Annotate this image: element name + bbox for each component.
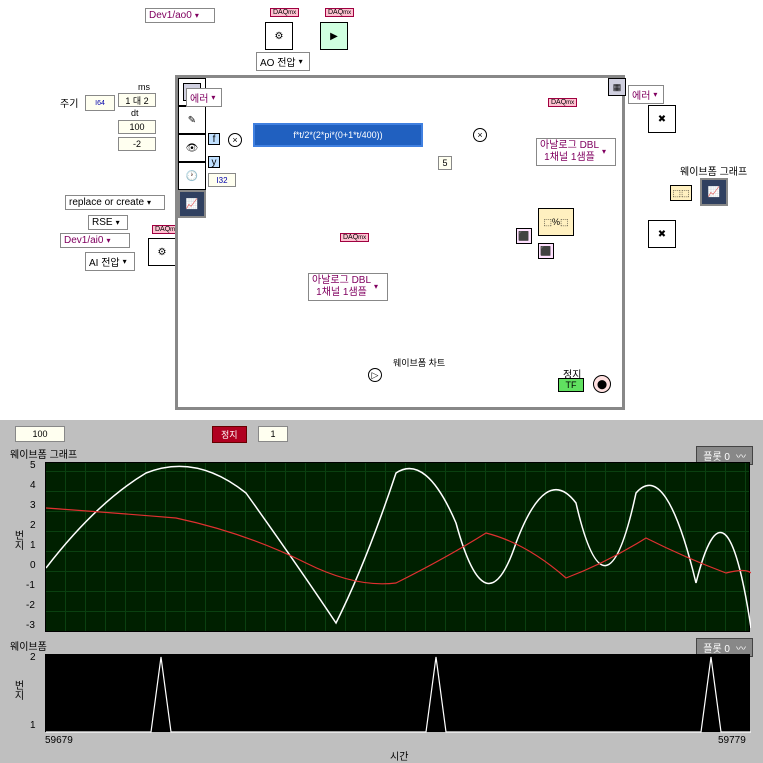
x-axis-label: 시간: [390, 748, 408, 763]
const-5: 5: [438, 156, 452, 170]
g1-ytick-5: 5: [30, 460, 36, 471]
dt-label: dt: [131, 108, 139, 118]
waveform-chart-label: 웨이브폼 차트: [393, 356, 445, 369]
g1-ytick-n2: -2: [26, 600, 35, 611]
g1-ylabel: 번지: [10, 530, 25, 550]
cycle-value-field[interactable]: 1: [258, 426, 288, 442]
c-input[interactable]: -2: [118, 137, 156, 151]
ai-voltage-label: AI 전압: [89, 254, 120, 269]
sequence-structure-icon[interactable]: ▦: [608, 78, 626, 96]
ao-channel-select[interactable]: Dev1/ao0: [145, 8, 215, 23]
daq-start-ao[interactable]: DAQmx: [325, 8, 354, 17]
dt-input[interactable]: 100: [118, 120, 156, 134]
error-out-label: 에러: [632, 87, 650, 102]
build-waveform-node[interactable]: ⬚%⬚: [538, 208, 574, 236]
f-terminal: f: [208, 133, 220, 145]
waveform-chart-indicator[interactable]: 📈: [178, 190, 206, 218]
while-loop-structure[interactable]: i 에러 f y × f*t/2*(2*pi*(0+1*t/400)) I32 …: [175, 75, 625, 410]
g2-ytick-2: 2: [30, 652, 36, 663]
stop-button[interactable]: 정지: [212, 426, 247, 443]
daq-start-ao-icon[interactable]: ▶: [320, 22, 348, 50]
waveform-graph-label: 웨이브폼 그래프: [680, 163, 747, 178]
daq-clear-1-icon[interactable]: ✖: [648, 105, 676, 133]
front-panel: 100 정지 1 웨이브폼 그래프 플롯 0 〰 5 4 3 2 1 0 -1 -…: [0, 420, 763, 763]
y-value-field[interactable]: 100: [15, 426, 65, 442]
y-terminal: y: [208, 156, 220, 168]
build-array-node[interactable]: ⬚⬚: [670, 185, 692, 201]
cycle-control[interactable]: I64: [85, 95, 115, 111]
g2-ylabel: 번지: [10, 680, 25, 700]
ai-voltage-select[interactable]: AI 전압: [85, 252, 135, 271]
plot-sample-icon-2: 〰: [736, 640, 746, 655]
ms-input[interactable]: 1 대 2: [118, 93, 156, 107]
ao-channel-label: Dev1/ao0: [149, 10, 192, 21]
plot0-label-2: 플롯 0: [703, 640, 730, 655]
g1-ytick-1: 1: [30, 540, 36, 551]
g1-ytick-n3: -3: [26, 620, 35, 631]
plot-sample-icon: 〰: [736, 448, 746, 463]
daq-write-ao[interactable]: DAQmx: [548, 98, 577, 107]
daq-create-ai-icon[interactable]: ⚙: [148, 238, 176, 266]
error-in-label: 에러: [190, 90, 208, 105]
analog-dbl-read[interactable]: 아날로그 DBL 1채널 1샘플: [308, 273, 388, 301]
plot0-label-1: 플롯 0: [703, 448, 730, 463]
block-diagram-panel: Dev1/ao0 DAQmx ⚙ AO 전압 DAQmx ▶ 주기 I64 ms…: [0, 0, 763, 420]
replace-create-label: replace or create: [69, 197, 144, 208]
x-max-label: 59779: [718, 735, 746, 746]
rse-label: RSE: [92, 217, 113, 228]
error-in[interactable]: 에러: [186, 88, 222, 107]
ao-voltage-label: AO 전압: [260, 54, 296, 69]
multiply-node-2[interactable]: ×: [473, 128, 487, 142]
daq-read-ai[interactable]: DAQmx: [340, 233, 369, 242]
graph1-title: 웨이브폼 그래프: [10, 446, 77, 461]
analog-dbl1-label: 아날로그 DBL 1채널 1샘플: [540, 140, 599, 164]
g1-ytick-3: 3: [30, 500, 36, 511]
daq-create-task-icon[interactable]: ⚙: [265, 22, 293, 50]
stop-button-terminal[interactable]: TF: [558, 378, 584, 392]
daq-read-icon[interactable]: 👁: [178, 134, 206, 162]
error-out[interactable]: 에러: [628, 85, 664, 104]
g1-ytick-n1: -1: [26, 580, 35, 591]
daq-write-icon[interactable]: ✎: [178, 106, 206, 134]
bundle-node-2[interactable]: ⬛: [538, 243, 554, 259]
i32-const: I32: [208, 173, 236, 187]
loop-condition[interactable]: ⬤: [593, 375, 611, 393]
cycle-label: 주기: [60, 95, 78, 110]
waveform-chart-plot[interactable]: [45, 654, 750, 732]
daq-clear-2-icon[interactable]: ✖: [648, 220, 676, 248]
daq-node-ao[interactable]: DAQmx: [270, 8, 299, 17]
g1-ytick-4: 4: [30, 480, 36, 491]
analog-dbl2-label: 아날로그 DBL 1채널 1샘플: [312, 275, 371, 299]
g2-ytick-1: 1: [30, 720, 36, 731]
waveform-graph-plot[interactable]: [45, 462, 750, 632]
bundle-node-1[interactable]: ⬛: [516, 228, 532, 244]
graph2-title: 웨이브폼: [10, 638, 47, 653]
wait-ms-timer-icon[interactable]: 🕐: [178, 162, 206, 190]
multiply-node[interactable]: ×: [228, 133, 242, 147]
g1-ytick-2: 2: [30, 520, 36, 531]
replace-create-select[interactable]: replace or create: [65, 195, 165, 210]
divide-node[interactable]: ▷: [368, 368, 382, 382]
x-min-label: 59679: [45, 735, 73, 746]
ms-label: ms: [138, 82, 150, 92]
g1-ytick-0: 0: [30, 560, 36, 571]
ao-voltage-select[interactable]: AO 전압: [256, 52, 310, 71]
ai-channel-select[interactable]: Dev1/ai0: [60, 233, 130, 248]
rse-select[interactable]: RSE: [88, 215, 128, 230]
waveform-graph-indicator[interactable]: 📈: [700, 178, 728, 206]
analog-dbl-write[interactable]: 아날로그 DBL 1채널 1샘플: [536, 138, 616, 166]
formula-node[interactable]: f*t/2*(2*pi*(0+1*t/400)): [253, 123, 423, 147]
ai-channel-label: Dev1/ai0: [64, 235, 103, 246]
